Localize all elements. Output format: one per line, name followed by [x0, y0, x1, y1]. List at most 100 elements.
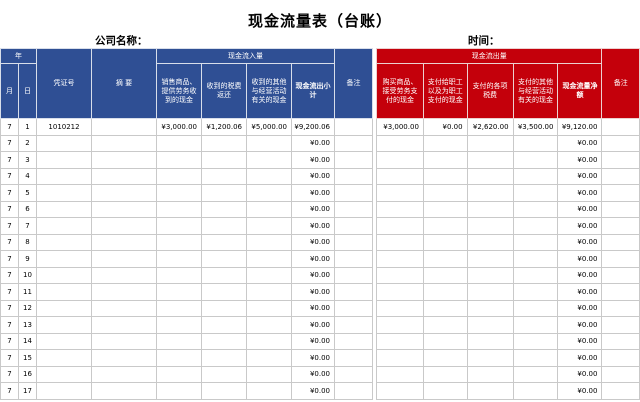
purchase-cash-cell[interactable]: [376, 151, 424, 169]
taxes-paid-cell[interactable]: [466, 365, 514, 383]
sales-cash-cell[interactable]: [156, 332, 202, 350]
other-outflow-cell[interactable]: [512, 184, 559, 202]
taxes-paid-cell[interactable]: [466, 299, 514, 317]
remark-cell-right[interactable]: [601, 233, 640, 251]
purchase-cash-cell[interactable]: [376, 200, 424, 218]
net-cash-flow-cell[interactable]: ¥0.00: [557, 283, 603, 301]
purchase-cash-cell[interactable]: [376, 299, 424, 317]
voucher-cell[interactable]: [36, 283, 92, 301]
month-cell[interactable]: 7: [0, 217, 19, 235]
remark-cell-right[interactable]: [601, 151, 640, 169]
sales-cash-cell[interactable]: [156, 349, 202, 367]
remark-cell-right[interactable]: [601, 134, 640, 152]
staff-cash-cell[interactable]: [422, 200, 468, 218]
other-inflow-cell[interactable]: [246, 332, 292, 350]
voucher-cell[interactable]: [36, 316, 92, 334]
tax-refund-cell[interactable]: [201, 151, 247, 169]
voucher-cell[interactable]: [36, 151, 92, 169]
day-cell[interactable]: 13: [18, 316, 37, 334]
month-cell[interactable]: 7: [0, 200, 19, 218]
tax-refund-cell[interactable]: [201, 332, 247, 350]
inflow-subtotal-cell[interactable]: ¥0.00: [291, 316, 335, 334]
month-cell[interactable]: 7: [0, 167, 19, 185]
day-cell[interactable]: 8: [18, 233, 37, 251]
taxes-paid-cell[interactable]: [466, 233, 514, 251]
remark-cell[interactable]: [334, 365, 373, 383]
taxes-paid-cell[interactable]: [466, 217, 514, 235]
taxes-paid-cell[interactable]: [466, 316, 514, 334]
summary-cell[interactable]: [91, 134, 157, 152]
other-inflow-cell[interactable]: [246, 266, 292, 284]
inflow-subtotal-cell[interactable]: ¥0.00: [291, 382, 335, 400]
other-inflow-cell[interactable]: [246, 365, 292, 383]
net-cash-flow-cell[interactable]: ¥0.00: [557, 365, 603, 383]
inflow-subtotal-cell[interactable]: ¥9,200.06: [291, 118, 335, 136]
tax-refund-cell[interactable]: [201, 200, 247, 218]
purchase-cash-cell[interactable]: [376, 382, 424, 400]
other-inflow-cell[interactable]: [246, 349, 292, 367]
staff-cash-cell[interactable]: [422, 250, 468, 268]
other-outflow-cell[interactable]: [512, 382, 559, 400]
tax-refund-cell[interactable]: ¥1,200.06: [201, 118, 247, 136]
taxes-paid-cell[interactable]: [466, 134, 514, 152]
other-outflow-cell[interactable]: [512, 332, 559, 350]
other-outflow-cell[interactable]: [512, 266, 559, 284]
other-outflow-cell[interactable]: [512, 250, 559, 268]
day-cell[interactable]: 6: [18, 200, 37, 218]
net-cash-flow-cell[interactable]: ¥9,120.00: [557, 118, 603, 136]
month-cell[interactable]: 7: [0, 283, 19, 301]
summary-cell[interactable]: [91, 283, 157, 301]
taxes-paid-cell[interactable]: [466, 283, 514, 301]
sales-cash-cell[interactable]: [156, 134, 202, 152]
remark-cell-right[interactable]: [601, 200, 640, 218]
voucher-cell[interactable]: [36, 332, 92, 350]
purchase-cash-cell[interactable]: [376, 283, 424, 301]
sales-cash-cell[interactable]: [156, 382, 202, 400]
inflow-subtotal-cell[interactable]: ¥0.00: [291, 332, 335, 350]
month-cell[interactable]: 7: [0, 266, 19, 284]
remark-cell-right[interactable]: [601, 250, 640, 268]
taxes-paid-cell[interactable]: [466, 250, 514, 268]
inflow-subtotal-cell[interactable]: ¥0.00: [291, 283, 335, 301]
sales-cash-cell[interactable]: ¥3,000.00: [156, 118, 202, 136]
other-inflow-cell[interactable]: [246, 167, 292, 185]
summary-cell[interactable]: [91, 184, 157, 202]
taxes-paid-cell[interactable]: [466, 200, 514, 218]
purchase-cash-cell[interactable]: [376, 250, 424, 268]
remark-cell-right[interactable]: [601, 118, 640, 136]
day-cell[interactable]: 14: [18, 332, 37, 350]
purchase-cash-cell[interactable]: [376, 233, 424, 251]
net-cash-flow-cell[interactable]: ¥0.00: [557, 332, 603, 350]
tax-refund-cell[interactable]: [201, 250, 247, 268]
other-inflow-cell[interactable]: ¥5,000.00: [246, 118, 292, 136]
staff-cash-cell[interactable]: [422, 151, 468, 169]
inflow-subtotal-cell[interactable]: ¥0.00: [291, 349, 335, 367]
purchase-cash-cell[interactable]: [376, 332, 424, 350]
remark-cell-right[interactable]: [601, 184, 640, 202]
inflow-subtotal-cell[interactable]: ¥0.00: [291, 151, 335, 169]
day-cell[interactable]: 1: [18, 118, 37, 136]
remark-cell[interactable]: [334, 349, 373, 367]
purchase-cash-cell[interactable]: [376, 167, 424, 185]
other-inflow-cell[interactable]: [246, 217, 292, 235]
tax-refund-cell[interactable]: [201, 167, 247, 185]
other-outflow-cell[interactable]: [512, 200, 559, 218]
other-inflow-cell[interactable]: [246, 134, 292, 152]
day-cell[interactable]: 5: [18, 184, 37, 202]
summary-cell[interactable]: [91, 365, 157, 383]
purchase-cash-cell[interactable]: [376, 316, 424, 334]
other-outflow-cell[interactable]: [512, 283, 559, 301]
summary-cell[interactable]: [91, 118, 157, 136]
tax-refund-cell[interactable]: [201, 184, 247, 202]
remark-cell[interactable]: [334, 134, 373, 152]
day-cell[interactable]: 16: [18, 365, 37, 383]
summary-cell[interactable]: [91, 316, 157, 334]
summary-cell[interactable]: [91, 233, 157, 251]
net-cash-flow-cell[interactable]: ¥0.00: [557, 134, 603, 152]
purchase-cash-cell[interactable]: [376, 365, 424, 383]
other-outflow-cell[interactable]: [512, 167, 559, 185]
inflow-subtotal-cell[interactable]: ¥0.00: [291, 233, 335, 251]
summary-cell[interactable]: [91, 382, 157, 400]
staff-cash-cell[interactable]: [422, 316, 468, 334]
remark-cell[interactable]: [334, 299, 373, 317]
